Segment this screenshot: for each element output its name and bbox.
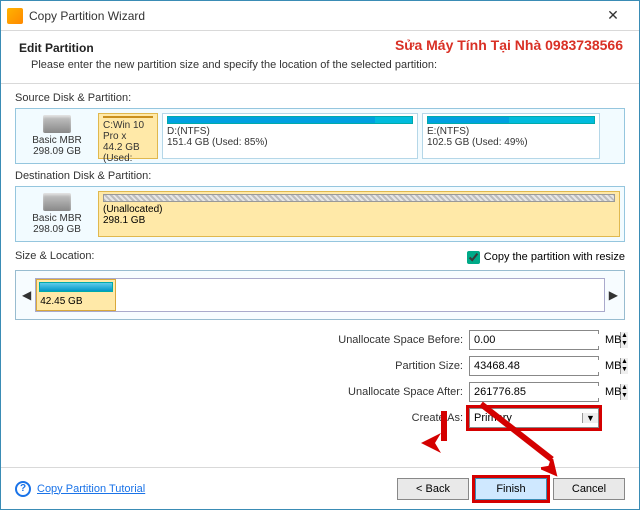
close-button[interactable]: ✕: [593, 7, 633, 24]
disk-icon: [43, 193, 71, 211]
space-after-input[interactable]: ▲▼: [469, 382, 599, 402]
partition-size-label: Partition Size:: [293, 360, 463, 372]
slider-track[interactable]: 42.45 GB: [35, 278, 605, 312]
dest-disk-head: Basic MBR 298.09 GB: [20, 191, 94, 237]
partition-size-input[interactable]: ▲▼: [469, 356, 599, 376]
help-icon[interactable]: ?: [15, 481, 31, 497]
window-title: Copy Partition Wizard: [29, 9, 593, 23]
app-icon: [7, 8, 23, 24]
arrowhead-icon: [541, 459, 561, 479]
partition-e[interactable]: E:(NTFS) 102.5 GB (Used: 49%): [422, 113, 600, 159]
size-slider[interactable]: ◀ 42.45 GB ▶: [15, 270, 625, 320]
dest-unallocated[interactable]: (Unallocated) 298.1 GB: [98, 191, 620, 237]
chevron-down-icon[interactable]: ▼: [582, 413, 598, 423]
space-before-label: Unallocate Space Before:: [293, 334, 463, 346]
space-before-input[interactable]: ▲▼: [469, 330, 599, 350]
source-label: Source Disk & Partition:: [15, 92, 625, 104]
back-button[interactable]: < Back: [397, 478, 469, 500]
page-subtitle: Please enter the new partition size and …: [31, 59, 621, 71]
disk-icon: [43, 115, 71, 133]
finish-button[interactable]: Finish: [475, 478, 547, 500]
watermark-text: Sửa Máy Tính Tại Nhà 0983738566: [395, 37, 623, 53]
dest-label: Destination Disk & Partition:: [15, 170, 625, 182]
space-after-label: Unallocate Space After:: [293, 386, 463, 398]
arrowhead-icon: [421, 433, 441, 453]
slider-thumb[interactable]: 42.45 GB: [36, 279, 115, 311]
titlebar: Copy Partition Wizard ✕: [1, 1, 639, 31]
arrow-right-icon[interactable]: ▶: [609, 288, 618, 302]
sizeloc-label: Size & Location:: [15, 250, 95, 262]
arrow-left-icon[interactable]: ◀: [22, 288, 31, 302]
copy-resize-checkbox[interactable]: Copy the partition with resize: [467, 251, 625, 264]
source-disk-head: Basic MBR 298.09 GB: [20, 113, 94, 159]
cancel-button[interactable]: Cancel: [553, 478, 625, 500]
partition-c[interactable]: C:Win 10 Pro x 44.2 GB (Used:: [98, 113, 158, 159]
create-as-label: Create As:: [293, 412, 463, 424]
source-disk-panel: Basic MBR 298.09 GB C:Win 10 Pro x 44.2 …: [15, 108, 625, 164]
copy-resize-input[interactable]: [467, 251, 480, 264]
partition-d[interactable]: D:(NTFS) 151.4 GB (Used: 85%): [162, 113, 418, 159]
tutorial-link[interactable]: Copy Partition Tutorial: [37, 483, 145, 495]
dest-disk-panel: Basic MBR 298.09 GB (Unallocated) 298.1 …: [15, 186, 625, 242]
annotation-arrow: [441, 411, 447, 441]
